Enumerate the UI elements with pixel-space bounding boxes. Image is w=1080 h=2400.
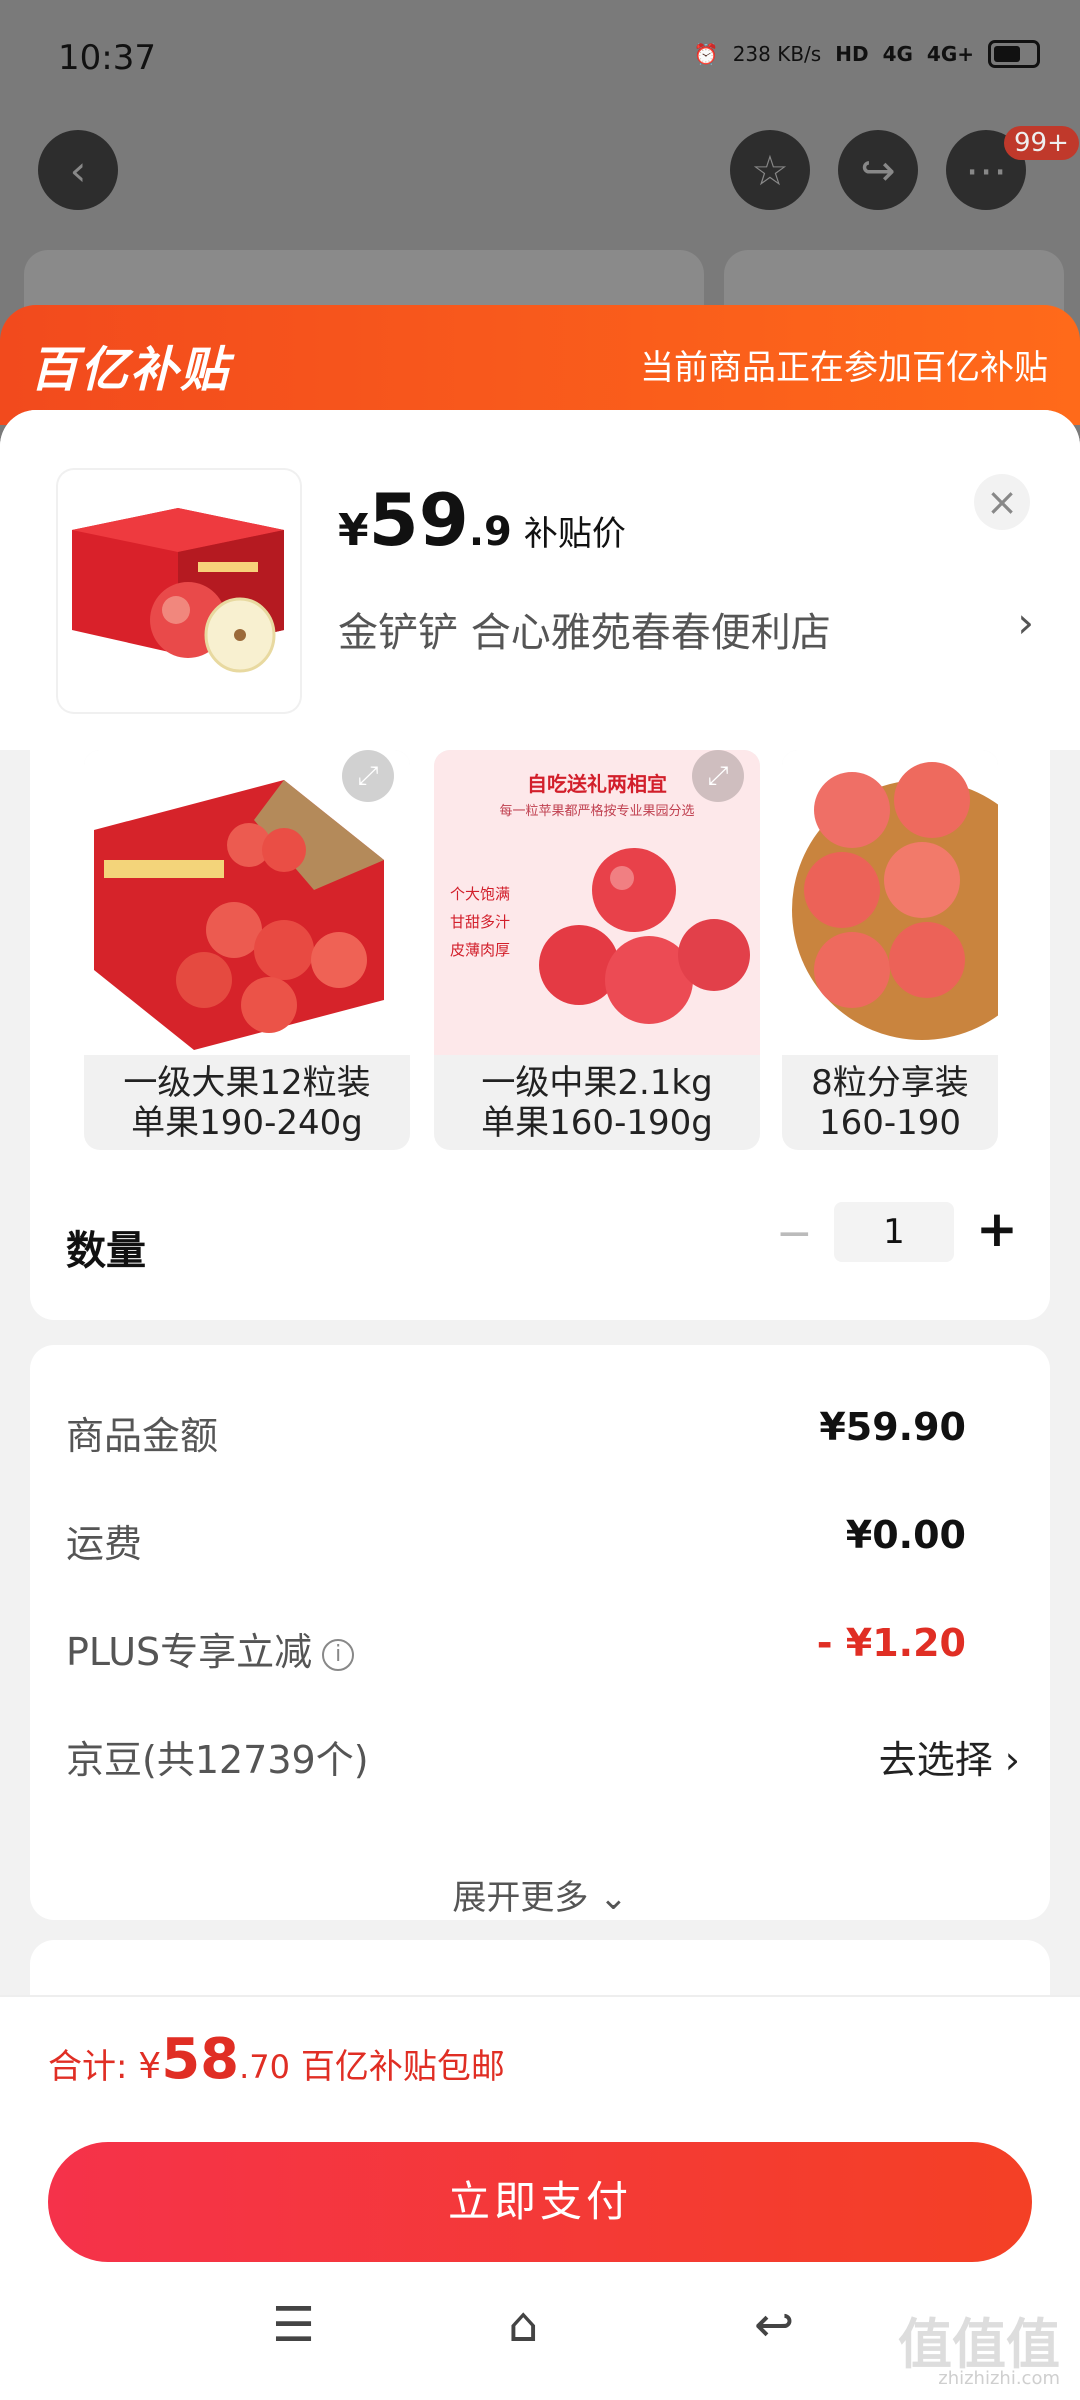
total-note: 百亿补贴包邮 [300, 2047, 505, 2087]
home-nav-icon[interactable]: ⌂ [508, 2297, 538, 2353]
price-decimal: .9 [468, 509, 512, 555]
price-integer: 59 [368, 478, 469, 562]
choose-text: 去选择 [878, 1738, 993, 1782]
chevron-right-icon[interactable]: › [1017, 598, 1034, 647]
status-icons: ⏰ 238 KB/s HD 4G 4G+ [694, 40, 1040, 68]
back-button[interactable]: ‹ [38, 130, 118, 210]
variant-caption: 8粒分享装 160-190 [782, 1055, 998, 1143]
plus-discount-value: - ¥1.20 [816, 1621, 966, 1665]
variant-option[interactable]: 自吃送礼两相宜 每一粒苹果都严格按专业果园分选 个大饱满 甘甜多汁 皮薄肉厚 ⤢ [434, 750, 760, 1150]
variant-option[interactable]: ⤢ 一级大果12粒装 单果190-240g [84, 750, 410, 1150]
plus-discount-text: PLUS专享立减 [66, 1630, 313, 1674]
expand-icon[interactable]: ⤢ [692, 750, 744, 802]
variant-line1: 一级中果2.1kg [481, 1063, 713, 1103]
watermark-url: zhizhizhi.com [938, 2368, 1060, 2389]
total-decimal: .70 [239, 2048, 291, 2086]
net-speed: 238 KB/s [732, 42, 822, 66]
variant-image: ⤢ [84, 750, 410, 1055]
expand-more-text: 展开更多 [452, 1878, 589, 1918]
star-icon: ☆ [751, 145, 789, 195]
notification-badge: 99+ [1004, 126, 1079, 160]
battery-icon [988, 40, 1040, 68]
price-currency: ¥ [338, 505, 369, 556]
share-icon: ↪ [860, 145, 896, 195]
quantity-input[interactable]: 1 [834, 1202, 954, 1262]
shipping-label: 运费 [66, 1522, 143, 1566]
quantity-plus-button[interactable]: + [976, 1200, 1018, 1258]
variant-option[interactable]: 8粒分享装 160-190 [782, 750, 998, 1150]
close-button[interactable]: × [974, 474, 1030, 530]
pay-now-button[interactable]: 立即支付 [48, 2142, 1032, 2262]
variant-line2: 单果160-190g [481, 1103, 713, 1143]
variant-image [782, 750, 998, 1055]
goods-amount-value: ¥59.90 [819, 1405, 966, 1449]
order-total: 合计: ¥58.70 百亿补贴包邮 [48, 2027, 505, 2092]
total-currency: ¥ [138, 2046, 162, 2087]
apple-basket-image [782, 750, 998, 1055]
product-header: ¥59.9 补贴价 × 金铲铲 合心雅苑春春便利店 › [0, 410, 1080, 750]
variant-image: 自吃送礼两相宜 每一粒苹果都严格按专业果园分选 个大饱满 甘甜多汁 皮薄肉厚 ⤢ [434, 750, 760, 1055]
variant-line2: 160-190 [818, 1103, 962, 1143]
jd-beans-choose[interactable]: 去选择 › [879, 1729, 1020, 1784]
quantity-label: 数量 [66, 1228, 146, 1274]
subsidy-note: 当前商品正在参加百亿补贴 [640, 348, 1048, 388]
price-tag: 补贴价 [523, 514, 626, 554]
quantity-minus-button[interactable]: − [776, 1208, 813, 1259]
variant-line1: 8粒分享装 [811, 1063, 969, 1103]
back-nav-icon[interactable]: ↩ [754, 2297, 794, 2353]
total-integer: 58 [161, 2027, 240, 2092]
fee-row-goods: 商品金额 ¥59.90 [66, 1405, 1020, 1465]
product-thumbnail[interactable] [58, 470, 300, 712]
back-arrow-icon: ‹ [69, 145, 87, 195]
shipping-value: ¥0.00 [845, 1513, 966, 1557]
expand-icon[interactable]: ⤢ [342, 750, 394, 802]
subsidy-logo: 百亿补贴 [30, 342, 231, 398]
chevron-right-icon: › [1004, 1738, 1020, 1782]
chevron-down-icon: ⌄ [599, 1878, 628, 1918]
variant-caption: 一级大果12粒装 单果190-240g [84, 1055, 410, 1143]
fee-row-jd-beans[interactable]: 京豆(共12739个) 去选择 › [66, 1729, 1020, 1789]
plus-discount-label: PLUS专享立减 i [66, 1621, 355, 1676]
variant-line2: 单果190-240g [131, 1103, 363, 1143]
signal-4g-icon: 4G [882, 42, 913, 66]
signal-4gplus-icon: 4G+ [926, 42, 974, 66]
total-label: 合计: [48, 2047, 128, 2087]
expand-more-button[interactable]: 展开更多 ⌄ [30, 1870, 1050, 1919]
hd-icon: HD [835, 42, 869, 66]
more-dots-icon: ⋯ [965, 145, 1007, 195]
menu-nav-icon[interactable]: ☰ [272, 2297, 315, 2353]
fee-row-shipping: 运费 ¥0.00 [66, 1513, 1020, 1573]
info-icon[interactable]: i [322, 1638, 355, 1671]
goods-amount-label: 商品金额 [66, 1414, 219, 1458]
fee-card: 商品金额 ¥59.90 运费 ¥0.00 PLUS专享立减 i - ¥1.20 京… [30, 1345, 1050, 1920]
close-icon: × [986, 480, 1018, 524]
apple-box-image [72, 508, 284, 673]
favorite-button[interactable]: ☆ [730, 130, 810, 210]
price: ¥59.9 补贴价 [338, 478, 626, 562]
status-bar: 10:37 ⏰ 238 KB/s HD 4G 4G+ [58, 30, 1040, 90]
alarm-icon: ⏰ [693, 42, 719, 66]
shop-name[interactable]: 金铲铲 合心雅苑春春便利店 [338, 600, 831, 658]
jd-beans-label: 京豆(共12739个) [66, 1738, 369, 1782]
variants-card: ⤢ 一级大果12粒装 单果190-240g 自吃送礼两相宜 每一粒苹果都严格按专… [30, 750, 1050, 1320]
share-button[interactable]: ↪ [838, 130, 918, 210]
status-time: 10:37 [58, 38, 156, 78]
variant-line1: 一级大果12粒装 [123, 1063, 371, 1103]
variant-caption: 一级中果2.1kg 单果160-190g [434, 1055, 760, 1143]
fee-row-plus: PLUS专享立减 i - ¥1.20 [66, 1621, 1020, 1681]
